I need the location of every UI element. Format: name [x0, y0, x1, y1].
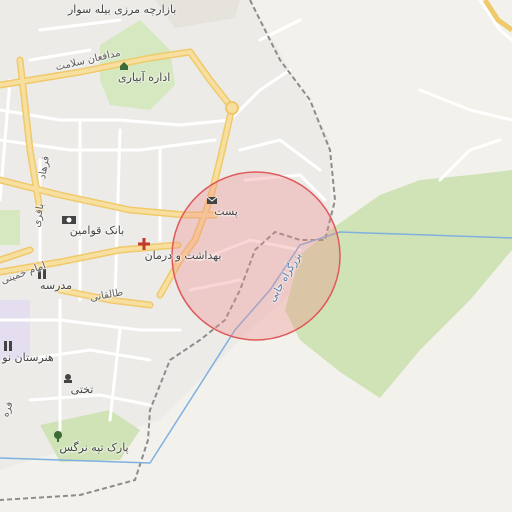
label-health: بهداشت و درمان [144, 249, 222, 262]
label-takhti: تختی [70, 383, 94, 396]
poi-conservatory[interactable]: هنرستان نو [2, 340, 54, 363]
poi-park[interactable]: پارک تپه نرگس [52, 430, 136, 453]
label-irrigation: اداره آبیاری [118, 71, 171, 84]
label-school: مدرسه [39, 279, 73, 292]
map-view[interactable]: بازارچه مرزی بیله سوار مدافعان سلامت ادا… [0, 0, 512, 512]
roundabout [225, 101, 239, 115]
label-post: پست [214, 205, 238, 218]
poi-bank[interactable]: بانک قوامین [62, 215, 132, 236]
poi-takhti[interactable]: تختی [62, 372, 102, 395]
label-bazaar: بازارچه مرزی بیله سوار [68, 3, 177, 16]
label-park: پارک تپه نرگس [59, 441, 129, 454]
green-patch-west [0, 210, 20, 245]
label-conservatory: هنرستان نو [2, 351, 54, 364]
poi-irrigation[interactable]: اداره آبیاری [118, 60, 218, 83]
poi-health[interactable]: بهداشت و درمان [138, 238, 228, 261]
poi-post[interactable]: پست [206, 194, 246, 217]
label-bank: بانک قوامین [69, 224, 125, 237]
